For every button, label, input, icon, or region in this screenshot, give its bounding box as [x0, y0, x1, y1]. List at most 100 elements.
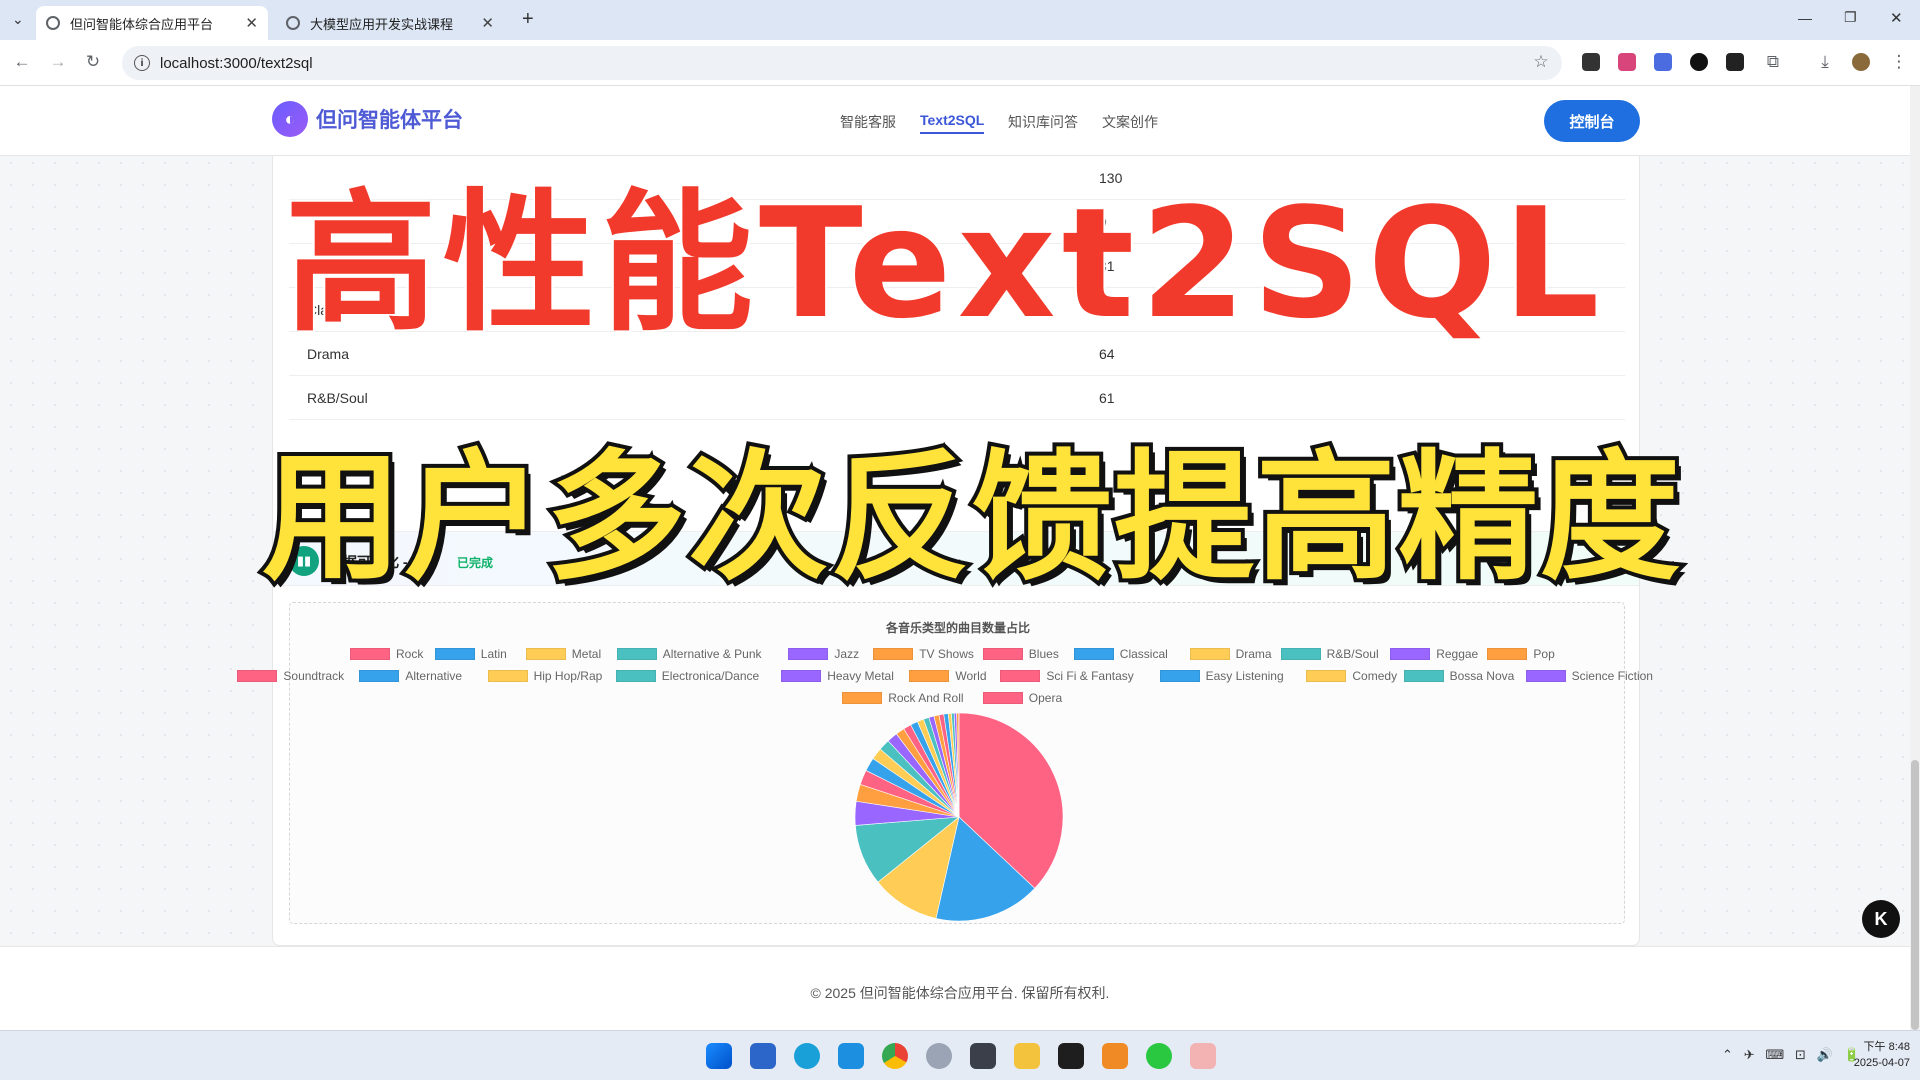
tab-active[interactable]: 但问智能体综合应用平台 ✕	[36, 6, 268, 40]
extension-profile-icon[interactable]	[1726, 53, 1744, 71]
window-close-icon[interactable]: ✕	[1890, 9, 1903, 27]
legend-item[interactable]: R&B/Soul	[1280, 647, 1379, 661]
console-button[interactable]: 控制台	[1544, 100, 1640, 142]
legend-item[interactable]: Reggae	[1390, 647, 1478, 661]
bookmark-star-icon[interactable]: ☆	[1530, 52, 1552, 72]
edge-icon[interactable]	[794, 1043, 820, 1069]
system-tray[interactable]: ⌃ ✈ ⌨ ⊡ 🔊 🔋	[1722, 1047, 1860, 1063]
legend-item[interactable]: Blues	[982, 647, 1059, 661]
genre-cell: R&B/Soul	[307, 390, 368, 406]
legend-label: Rock	[396, 647, 424, 661]
nav-copywriting[interactable]: 文案创作	[1102, 112, 1158, 132]
wechat-icon[interactable]	[1146, 1043, 1172, 1069]
legend-label: World	[955, 669, 987, 683]
legend-item[interactable]: Opera	[982, 691, 1063, 705]
app-icon[interactable]	[1190, 1043, 1216, 1069]
legend-item[interactable]: Drama	[1189, 647, 1272, 661]
download-icon[interactable]: ⤓	[1814, 52, 1836, 72]
legend-item[interactable]: Alternative & Punk	[616, 647, 762, 661]
scrollbar-thumb[interactable]	[1911, 760, 1919, 1030]
menu-dots-icon[interactable]: ⋮	[1888, 52, 1910, 72]
legend-label: Hip Hop/Rap	[533, 669, 603, 683]
new-tab-icon[interactable]: +	[522, 8, 534, 31]
brand-logo[interactable]: ◐ 但问智能体平台	[272, 101, 463, 137]
close-icon[interactable]: ✕	[481, 14, 494, 32]
legend-item[interactable]: Bossa Nova	[1403, 669, 1514, 683]
legend-swatch	[616, 648, 657, 660]
address-bar[interactable]: i localhost:3000/text2sql	[122, 46, 1562, 80]
globe-icon	[286, 16, 300, 30]
extensions-puzzle-icon[interactable]: ⧉	[1762, 52, 1784, 72]
clock[interactable]: 下午 8:48 2025-04-07	[1854, 1039, 1910, 1071]
logo-icon: ◐	[272, 101, 308, 137]
legend-swatch	[842, 692, 883, 704]
site-info-icon[interactable]: i	[134, 55, 150, 71]
copyright-text: © 2025 但问智能体综合应用平台. 保留所有权利.	[810, 985, 1110, 1001]
legend-item[interactable]: Sci Fi & Fantasy	[1000, 669, 1134, 683]
scrollbar[interactable]	[1910, 86, 1920, 1030]
chrome-icon[interactable]	[882, 1043, 908, 1069]
game-icon[interactable]	[970, 1043, 996, 1069]
legend-swatch	[350, 648, 390, 660]
legend-label: Latin	[480, 647, 507, 661]
close-icon[interactable]: ✕	[245, 14, 258, 32]
chat-app-icon[interactable]	[838, 1043, 864, 1069]
extension-pink-icon[interactable]	[1618, 53, 1636, 71]
legend-item[interactable]: Hip Hop/Rap	[487, 669, 603, 683]
legend-item[interactable]: Heavy Metal	[781, 669, 894, 683]
legend-item[interactable]: Pop	[1487, 647, 1555, 661]
legend-item[interactable]: TV Shows	[873, 647, 974, 661]
reload-icon[interactable]: ↻	[82, 52, 104, 72]
legend-item[interactable]: World	[909, 669, 987, 683]
pycharm-icon[interactable]	[1058, 1043, 1084, 1069]
legend-item[interactable]: Metal	[525, 647, 601, 661]
os-taskbar: ⌃ ✈ ⌨ ⊡ 🔊 🔋 下午 8:48 2025-04-07	[0, 1030, 1920, 1080]
site-footer: © 2025 但问智能体综合应用平台. 保留所有权利.	[0, 946, 1920, 1030]
nav-knowledge-qa[interactable]: 知识库问答	[1008, 112, 1078, 132]
clock-time: 下午 8:48	[1863, 1041, 1910, 1053]
legend-item[interactable]: Jazz	[788, 647, 859, 661]
sublime-icon[interactable]	[1102, 1043, 1128, 1069]
extension-blue-icon[interactable]	[1654, 53, 1672, 71]
nav-text2sql[interactable]: Text2SQL	[920, 112, 985, 134]
file-explorer-icon[interactable]	[1014, 1043, 1040, 1069]
extension-m-icon[interactable]	[1582, 53, 1600, 71]
legend-item[interactable]: Rock	[350, 647, 423, 661]
tab-title: 大模型应用开发实战课程	[310, 16, 454, 32]
minimize-icon[interactable]: —	[1798, 10, 1812, 26]
count-cell: 61	[1099, 390, 1115, 406]
restore-icon[interactable]: ❐	[1844, 9, 1857, 26]
legend-swatch	[982, 648, 1023, 660]
tab-search-icon[interactable]: ⌄	[12, 11, 24, 28]
legend-item[interactable]: Classical	[1073, 647, 1168, 661]
forward-icon[interactable]: →	[47, 52, 69, 72]
nav-customer-service[interactable]: 智能客服	[840, 112, 896, 132]
security-icon[interactable]	[750, 1043, 776, 1069]
legend-item[interactable]: Alternative	[359, 669, 462, 683]
legend-item[interactable]: Electronica/Dance	[615, 669, 759, 683]
legend-item[interactable]: Soundtrack	[237, 669, 344, 683]
avatar[interactable]	[1852, 53, 1870, 71]
legend-swatch	[1525, 670, 1566, 682]
start-icon[interactable]	[706, 1043, 732, 1069]
legend-item[interactable]: Comedy	[1306, 669, 1397, 683]
legend-item[interactable]: Science Fiction	[1525, 669, 1653, 683]
legend-item[interactable]: Rock And Roll	[842, 691, 964, 705]
assistant-float-button[interactable]: K	[1862, 900, 1900, 938]
legend-swatch	[1159, 670, 1200, 682]
legend-swatch	[1487, 648, 1528, 660]
legend-label: Easy Listening	[1205, 669, 1284, 683]
back-icon[interactable]: ←	[11, 52, 33, 72]
pie-chart-container: 各音乐类型的曲目数量占比 Rock Latin Metal Alternative &…	[237, 602, 1653, 924]
url-text: localhost:3000/text2sql	[160, 54, 313, 72]
legend-label: Opera	[1028, 691, 1063, 705]
legend-item[interactable]: Easy Listening	[1159, 669, 1284, 683]
legend-swatch	[1073, 648, 1114, 660]
legend-label: Rock And Roll	[888, 691, 964, 705]
tab-inactive[interactable]: 大模型应用开发实战课程 ✕	[276, 6, 504, 40]
ai-app-icon[interactable]	[926, 1043, 952, 1069]
legend-swatch	[1000, 670, 1041, 682]
extension-k-icon[interactable]	[1690, 53, 1708, 71]
legend-item[interactable]: Latin	[434, 647, 507, 661]
legend-label: Drama	[1235, 647, 1272, 661]
